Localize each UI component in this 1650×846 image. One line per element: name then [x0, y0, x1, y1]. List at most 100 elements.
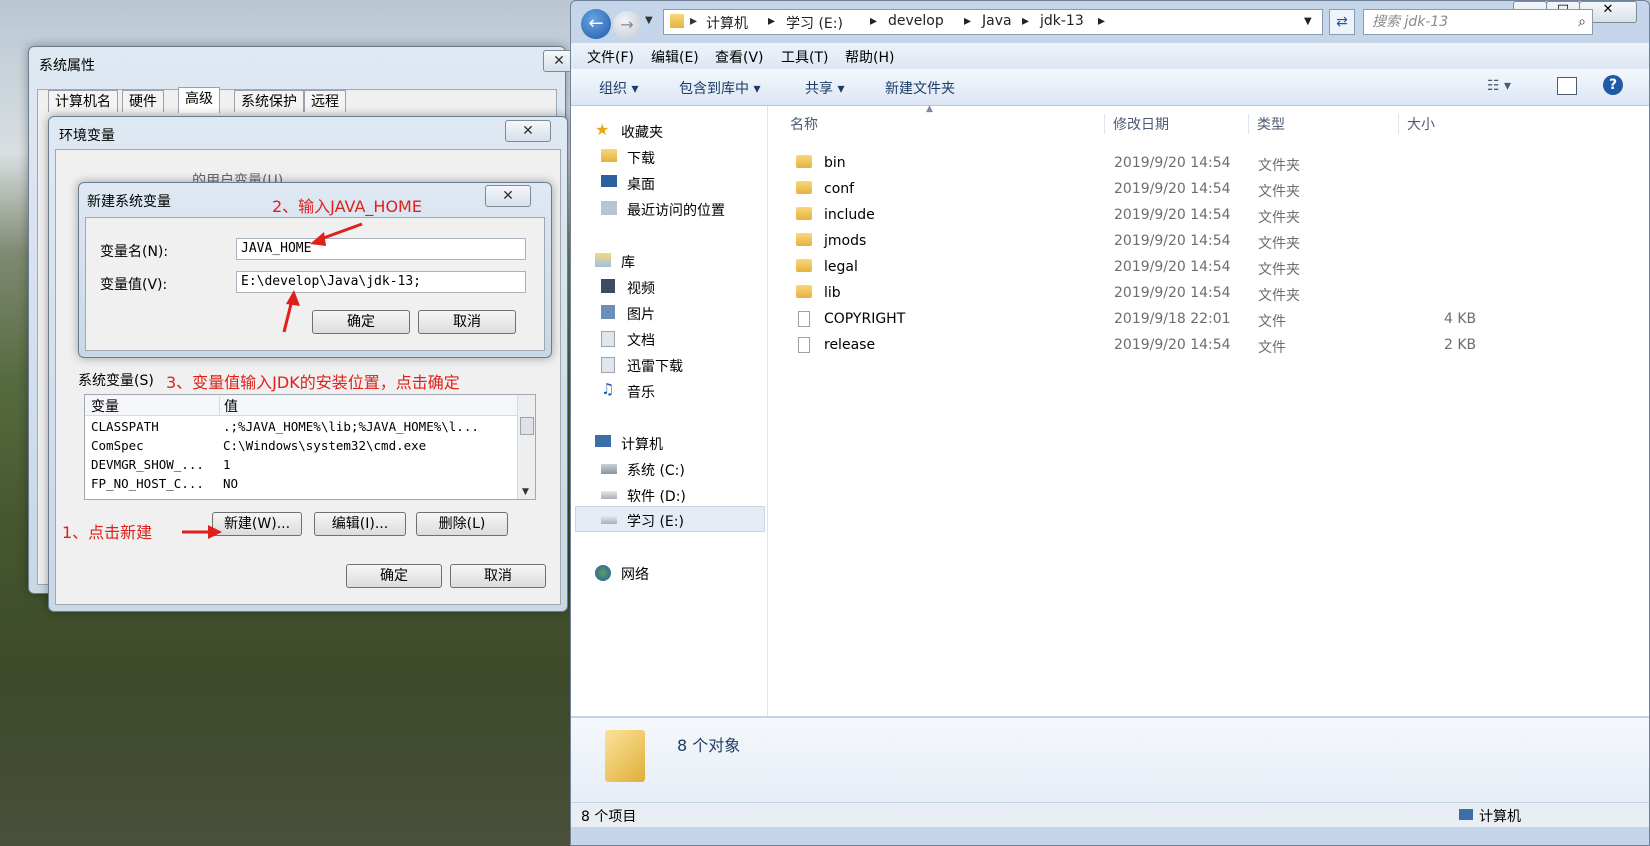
- preview-pane-icon[interactable]: [1557, 77, 1577, 95]
- new-variable-ok-button[interactable]: 确定: [312, 310, 410, 334]
- search-input[interactable]: 搜索 jdk-13 ⌕: [1363, 9, 1593, 35]
- file-type: 文件夹: [1258, 262, 1300, 278]
- tab-system-protection[interactable]: 系统保护: [234, 90, 304, 112]
- large-folder-icon: [605, 730, 645, 782]
- organize-button[interactable]: 组织 ▾: [599, 78, 638, 98]
- file-name: bin: [824, 155, 846, 171]
- include-in-library-button[interactable]: 包含到库中 ▾: [679, 78, 760, 98]
- file-type: 文件夹: [1258, 158, 1300, 174]
- breadcrumb-separator-icon: ▸: [1022, 13, 1030, 29]
- file-row[interactable]: bin 2019/9/20 14:54 文件夹: [768, 152, 1649, 177]
- system-variable-row[interactable]: DEVMGR_SHOW_... 1: [91, 457, 511, 475]
- file-row[interactable]: COPYRIGHT 2019/9/18 22:01 文件 4 KB: [768, 308, 1649, 333]
- annotation-step-2: 2、输入JAVA_HOME: [272, 197, 422, 216]
- computer-icon: [595, 435, 611, 447]
- file-row[interactable]: release 2019/9/20 14:54 文件 2 KB: [768, 334, 1649, 359]
- tab-computer-name[interactable]: 计算机名: [48, 90, 118, 112]
- details-pane: 8 个对象: [571, 717, 1649, 803]
- file-date: 2019/9/18 22:01: [1114, 311, 1231, 327]
- scroll-thumb[interactable]: [520, 417, 534, 435]
- breadcrumb-separator-icon: ▸: [768, 13, 776, 29]
- file-name: jmods: [824, 233, 867, 249]
- file-row[interactable]: legal 2019/9/20 14:54 文件夹: [768, 256, 1649, 281]
- env-cancel-button[interactable]: 取消: [450, 564, 546, 588]
- system-properties-title: 系统属性: [39, 58, 95, 74]
- annotation-step-1: 1、点击新建: [62, 523, 153, 542]
- col-variable[interactable]: 变量: [91, 396, 119, 416]
- back-button[interactable]: ←: [581, 9, 611, 39]
- annotation-arrow-2-icon: [310, 222, 363, 246]
- column-header-name[interactable]: 名称: [790, 114, 818, 134]
- menu-tools[interactable]: 工具(T): [781, 47, 828, 67]
- col-value[interactable]: 值: [219, 396, 238, 416]
- folder-icon: [796, 207, 812, 220]
- refresh-button[interactable]: ⇄: [1329, 9, 1355, 35]
- folder-icon: [796, 259, 812, 272]
- status-location: 计算机: [1479, 809, 1521, 825]
- breadcrumb-separator-icon: ▸: [870, 13, 878, 29]
- new-variable-button[interactable]: 新建(W)...: [212, 512, 302, 536]
- address-dropdown-icon[interactable]: ▼: [1304, 16, 1312, 27]
- menu-view[interactable]: 查看(V): [715, 47, 764, 67]
- system-variable-row[interactable]: CLASSPATH .;%JAVA_HOME%\lib;%JAVA_HOME%\…: [91, 419, 511, 437]
- share-button[interactable]: 共享 ▾: [805, 78, 844, 98]
- new-folder-button[interactable]: 新建文件夹: [885, 78, 955, 98]
- system-variable-row[interactable]: FP_NO_HOST_C... NO: [91, 476, 511, 494]
- variable-name-input[interactable]: JAVA_HOME: [236, 238, 526, 260]
- delete-variable-button[interactable]: 删除(L): [416, 512, 508, 536]
- system-variable-row[interactable]: ComSpec C:\Windows\system32\cmd.exe: [91, 438, 511, 456]
- variable-name-label: 变量名(N):: [100, 244, 169, 260]
- edit-variable-button[interactable]: 编辑(I)...: [314, 512, 406, 536]
- new-system-variable-close-button[interactable]: ✕: [485, 185, 531, 207]
- tab-advanced[interactable]: 高级: [178, 87, 220, 113]
- drive-icon: [601, 516, 617, 524]
- file-type: 文件: [1258, 340, 1286, 356]
- tab-hardware[interactable]: 硬件: [122, 90, 164, 112]
- variable-name: CLASSPATH: [91, 419, 159, 434]
- file-row[interactable]: include 2019/9/20 14:54 文件夹: [768, 204, 1649, 229]
- help-icon[interactable]: ?: [1603, 75, 1623, 95]
- column-header-date[interactable]: 修改日期: [1104, 114, 1169, 134]
- recent-pages-icon[interactable]: ▼: [645, 15, 653, 26]
- breadcrumb-item-develop[interactable]: develop: [888, 13, 944, 29]
- network-icon: [595, 565, 611, 581]
- menu-help[interactable]: 帮助(H): [845, 47, 894, 67]
- breadcrumb-item-computer[interactable]: 计算机: [706, 13, 748, 33]
- annotation-step-3: 3、变量值输入JDK的安装位置，点击确定: [166, 373, 460, 392]
- breadcrumb-separator-icon: ▸: [690, 13, 698, 29]
- file-row[interactable]: jmods 2019/9/20 14:54 文件夹: [768, 230, 1649, 255]
- variable-name: DEVMGR_SHOW_...: [91, 457, 204, 472]
- variable-name: ComSpec: [91, 438, 144, 453]
- env-ok-button[interactable]: 确定: [346, 564, 442, 588]
- tab-remote[interactable]: 远程: [304, 90, 346, 112]
- scroll-down-icon[interactable]: ▼: [522, 487, 529, 497]
- file-size: 2 KB: [1444, 337, 1477, 353]
- environment-variables-close-button[interactable]: ✕: [505, 120, 551, 142]
- breadcrumb-item-java[interactable]: Java: [982, 13, 1012, 29]
- breadcrumb-separator-icon: ▸: [1098, 13, 1106, 29]
- variable-value-label: 变量值(V):: [100, 277, 168, 293]
- file-icon: [798, 311, 810, 327]
- breadcrumb-item-drive-e[interactable]: 学习 (E:): [786, 13, 843, 33]
- column-header-type[interactable]: 类型: [1248, 114, 1285, 134]
- view-options-icon[interactable]: ☷ ▾: [1487, 78, 1511, 94]
- menu-edit[interactable]: 编辑(E): [651, 47, 699, 67]
- file-row[interactable]: conf 2019/9/20 14:54 文件夹: [768, 178, 1649, 203]
- forward-button[interactable]: →: [613, 11, 641, 39]
- menu-bar: 文件(F) 编辑(E) 查看(V) 工具(T) 帮助(H): [571, 43, 1649, 69]
- recent-places-icon: [601, 201, 617, 215]
- file-row[interactable]: lib 2019/9/20 14:54 文件夹: [768, 282, 1649, 307]
- column-header-size[interactable]: 大小: [1398, 114, 1435, 134]
- file-date: 2019/9/20 14:54: [1114, 259, 1231, 275]
- folder-icon: [796, 181, 812, 194]
- vertical-scrollbar[interactable]: ▼: [517, 395, 535, 499]
- new-variable-cancel-button[interactable]: 取消: [418, 310, 516, 334]
- breadcrumb-item-jdk13[interactable]: jdk-13: [1040, 13, 1084, 29]
- system-variables-label: 系统变量(S): [78, 373, 154, 389]
- file-type: 文件夹: [1258, 210, 1300, 226]
- search-icon: ⌕: [1578, 14, 1586, 30]
- menu-file[interactable]: 文件(F): [587, 47, 634, 67]
- file-date: 2019/9/20 14:54: [1114, 181, 1231, 197]
- breadcrumb[interactable]: ▸ 计算机 ▸ 学习 (E:) ▸ develop ▸ Java ▸ jdk-1…: [663, 9, 1323, 35]
- details-item-count: 8 个对象: [677, 736, 741, 755]
